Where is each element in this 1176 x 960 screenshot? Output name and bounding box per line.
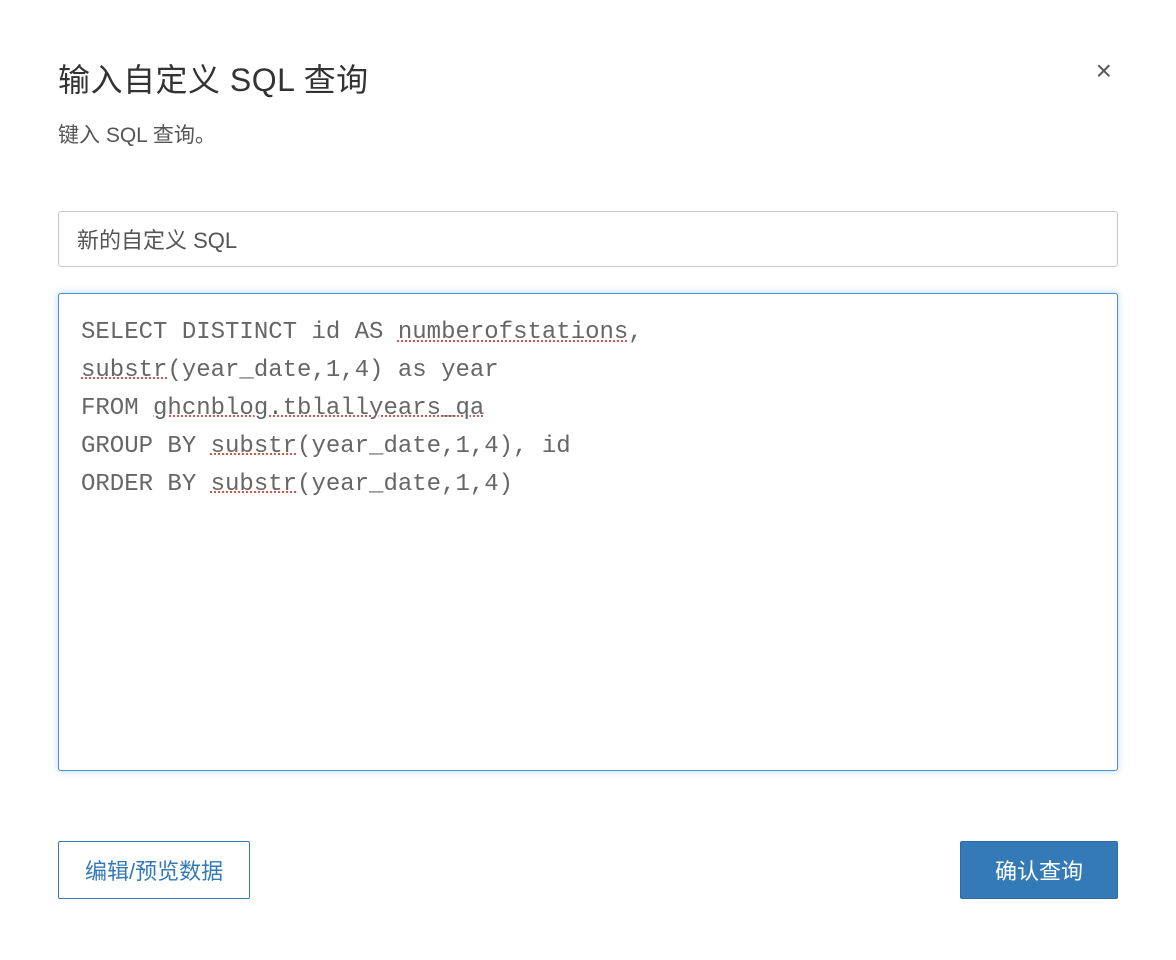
- sql-text: (year_date,1,4) as year: [167, 357, 498, 384]
- sql-text: (year_date,1,4), id: [297, 433, 571, 460]
- confirm-query-button[interactable]: 确认查询: [960, 841, 1118, 899]
- sql-text: (year_date,1,4): [297, 471, 513, 498]
- button-row: 编辑/预览数据 确认查询: [58, 841, 1118, 899]
- sql-text: substr: [211, 433, 297, 460]
- query-name-input[interactable]: [58, 211, 1118, 267]
- sql-text: substr: [81, 357, 167, 384]
- sql-text: substr: [211, 471, 297, 498]
- sql-editor[interactable]: SELECT DISTINCT id AS numberofstations, …: [58, 293, 1118, 771]
- sql-text: SELECT DISTINCT id AS: [81, 319, 398, 346]
- sql-text: ORDER BY: [81, 471, 211, 498]
- sql-text: ghcnblog.tblallyears_qa: [153, 395, 484, 422]
- sql-text: GROUP BY: [81, 433, 211, 460]
- sql-text: FROM: [81, 395, 153, 422]
- dialog-subtitle: 键入 SQL 查询。: [58, 119, 1118, 149]
- dialog-title: 输入自定义 SQL 查询: [58, 55, 369, 101]
- sql-text: ,: [628, 319, 642, 346]
- edit-preview-button[interactable]: 编辑/预览数据: [58, 841, 250, 899]
- close-icon[interactable]: ×: [1090, 55, 1118, 87]
- sql-text: numberofstations: [398, 319, 628, 346]
